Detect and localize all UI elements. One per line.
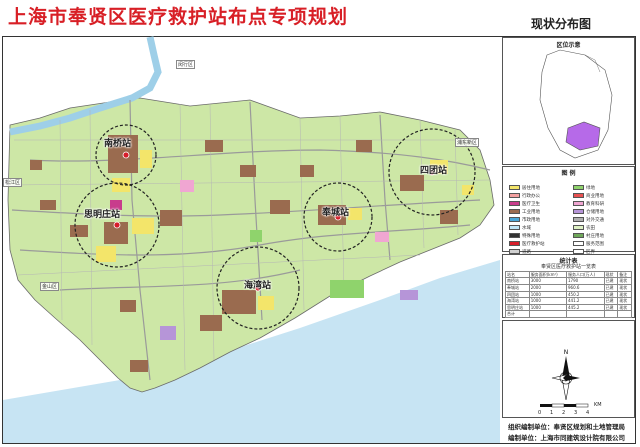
scale-unit: KM [594,402,602,408]
table-row: 四团站 1000 450.2 已建 现状 [505,290,632,299]
label-pudong: 浦东新区 [455,138,480,147]
table-cell: 1790 [566,277,605,285]
station-marker-simingzhuang [113,221,121,229]
stats-panel: 统计表 奉贤区医疗救护站一览表 站名 服务面积(km²) 服务人口(万人) 现状… [502,254,635,318]
table-cell: 2000 [528,283,568,292]
stats-header-cell: 备注 [617,270,632,279]
legend-item: 行政办公 [509,185,540,199]
table-cell: 1000 [528,290,568,299]
legend-item: 绿地 [573,177,595,191]
legend-item: 水域 [509,217,531,231]
table-cell: 现状 [617,297,632,305]
legend-item: 村庄用地 [573,225,604,239]
station-label-simingzhuang: 思明庄站 [84,210,121,220]
legend-item: 居住用地 [509,177,540,191]
table-cell: 1000 [528,297,568,305]
scale-mark: 0 [538,410,542,416]
stats-header-cell: 现状 [603,270,619,279]
inset-title: 区位示意 [556,42,581,49]
table-cell [566,310,605,318]
table-cell: 450.2 [566,290,605,299]
table-cell: 现状 [617,283,632,292]
table-row: 南桥站 3000 1790 已建 现状 [505,277,632,285]
table-row: 思明庄站 1000 445.2 已建 现状 [505,303,632,312]
table-row: 海湾站 1000 441.2 已建 现状 [505,297,632,305]
table-cell: 960.6 [566,283,605,292]
table-cell: 思明庄站 [505,303,530,312]
table-cell: 南桥站 [505,277,530,285]
legend-panel: 图 例 居住用地 绿地行政办公 商业用地医疗卫生 教育科研工业用地 仓储用地市政用地 对外… [502,166,635,255]
table-row: 奉城站 2000 960.6 已建 现状 [505,283,632,292]
legend-item: 仓储用地 [573,201,604,215]
table-cell: 1000 [528,303,568,312]
scale-mark: 3 [574,410,578,416]
legend-item: 医疗救护站 [509,233,545,247]
table-cell: 现状 [617,277,632,285]
table-cell [603,310,619,318]
legend-item: 道路 [509,241,531,255]
label-minhang: 闵行区 [176,60,196,69]
legend-item: 商业用地 [573,185,604,199]
table-row: 合计 [505,310,632,318]
legend-item: 对外交通 [573,209,604,223]
scale-mark: 4 [586,410,590,416]
table-cell: 3000 [528,277,568,285]
stats-header-cell: 站名 [505,270,530,279]
legend-item: 工业用地 [509,201,540,215]
table-cell: 445.2 [566,303,605,312]
station-marker-nanqiao [122,151,130,159]
table-cell: 已建 [603,283,619,292]
table-cell: 441.2 [566,297,605,305]
table-cell: 现状 [617,290,632,299]
stats-header-cell: 服务人口(万人) [566,270,605,279]
table-cell [617,310,632,318]
station-label-haiwan: 海湾站 [244,281,272,291]
table-cell: 已建 [603,290,619,299]
compass-panel [502,320,635,418]
label-jinshan: 金山区 [40,282,60,291]
legend-item: 区界 [573,241,595,255]
scale-mark: 1 [550,410,554,416]
stats-table: 站名 服务面积(km²) 服务人口(万人) 现状 备注 南桥站 3000 1790 已… [505,270,632,318]
label-songjiang: 松江区 [3,178,23,187]
station-label-situan: 四团站 [420,166,448,176]
legend-item: 服务范围 [573,233,604,247]
legend-item: 医疗卫生 [509,193,540,207]
table-cell: 现状 [617,303,632,312]
footer-credit-organizer: 组织编制单位：奉贤区规划和土地管理局 [508,423,625,431]
station-label-nanqiao: 南桥站 [104,139,132,149]
table-cell: 合计 [505,310,530,318]
table-cell: 奉城站 [505,283,530,292]
footer-credit-designer: 编制单位：上海市同建筑设计院有限公司 [508,434,625,442]
scale-mark: 2 [562,410,566,416]
legend-item: 市政用地 [509,209,540,223]
legend-item: 特殊用地 [509,225,540,239]
stats-header-cell: 服务面积(km²) [528,270,568,279]
legend-item: 教育科研 [573,193,604,207]
legend-title: 图 例 [561,170,576,177]
table-cell [528,310,568,318]
legend-item: 农田 [573,217,595,231]
stats-header-row: 站名 服务面积(km²) 服务人口(万人) 现状 备注 [505,270,632,279]
table-cell: 已建 [603,277,619,285]
table-cell: 已建 [603,303,619,312]
table-cell: 海湾站 [505,297,530,305]
table-cell: 已建 [603,297,619,305]
station-label-fengcheng: 奉城站 [322,208,350,218]
table-cell: 四团站 [505,290,530,299]
inset-panel: 区位示意 [502,37,635,165]
